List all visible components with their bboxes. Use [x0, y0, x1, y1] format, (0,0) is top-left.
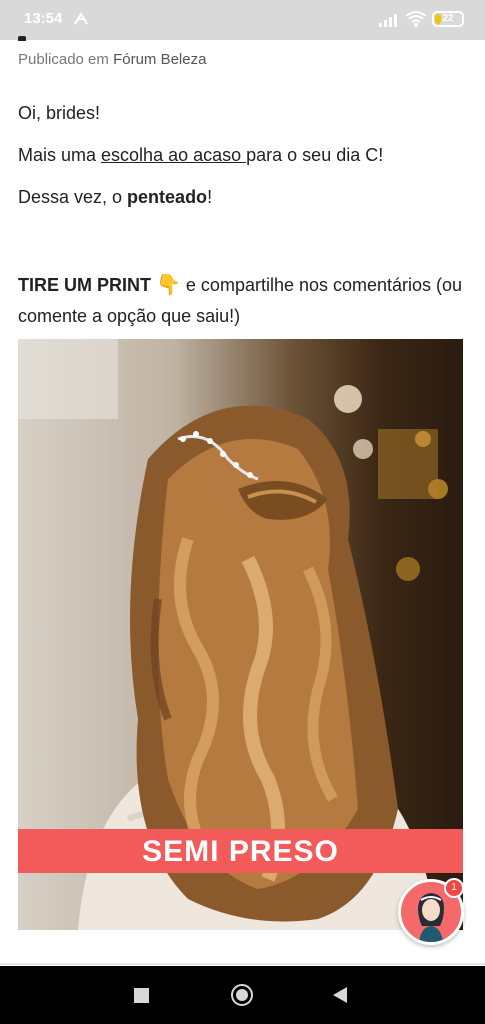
topic-text-end: !: [207, 187, 213, 207]
recent-apps-icon[interactable]: [134, 988, 149, 1003]
navigation-bar: [0, 966, 485, 1024]
hairstyle-image[interactable]: SEMI PRESO: [18, 339, 463, 930]
notification-badge: 1: [444, 878, 464, 898]
topic-text-start: Dessa vez, o: [18, 187, 128, 207]
topic-bold: penteado: [127, 187, 208, 207]
home-icon[interactable]: [231, 984, 253, 1006]
intro-text-start: Mais uma: [18, 145, 102, 165]
divider: [0, 963, 485, 965]
hd-icon: [74, 12, 88, 25]
scroll-indicator: [18, 36, 26, 41]
call-to-action: TIRE UM PRINT 👇 e compartilhe nos coment…: [18, 270, 473, 332]
forum-link[interactable]: Fórum Beleza: [113, 51, 206, 68]
pointing-down-icon: 👇: [156, 274, 181, 296]
random-choice-link[interactable]: escolha ao acaso: [101, 145, 246, 165]
status-time: 13:54: [24, 10, 63, 27]
intro-text-end: para o seu dia C!: [246, 145, 384, 165]
back-icon[interactable]: [333, 987, 347, 1003]
wifi-icon: [405, 11, 427, 27]
battery-percent: 22: [442, 13, 454, 24]
status-bar: 13:54 22: [0, 0, 485, 40]
published-prefix: Publicado em: [18, 51, 109, 68]
greeting-text: Oi, brides!: [18, 103, 101, 123]
cta-bold: TIRE UM PRINT: [18, 275, 151, 295]
hairstyle-banner: SEMI PRESO: [18, 829, 463, 873]
hairstyle-name: SEMI PRESO: [142, 835, 339, 868]
topic-text: Dessa vez, o penteado!: [18, 187, 212, 208]
published-in: Publicado em Fórum Beleza: [18, 51, 206, 68]
battery-icon: 22: [432, 11, 464, 27]
intro-text: Mais uma escolha ao acaso para o seu dia…: [18, 145, 383, 166]
signal-icon: [379, 14, 397, 27]
